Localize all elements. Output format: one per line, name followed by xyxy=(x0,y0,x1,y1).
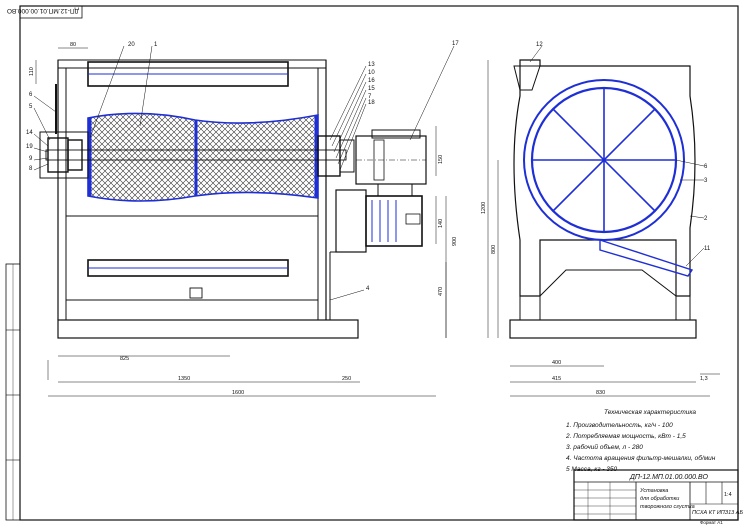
pos-6b: 6 xyxy=(704,164,708,170)
dim-140: 140 xyxy=(438,219,444,228)
title-group: ПСХА КТ ИПЗ13 АБ xyxy=(692,510,743,516)
pos-18: 18 xyxy=(368,100,375,106)
dim-415: 415 xyxy=(552,376,561,382)
dim-830: 830 xyxy=(596,390,605,396)
dim-150: 150 xyxy=(438,155,444,164)
side-view xyxy=(509,59,697,339)
dim-1200: 1200 xyxy=(481,202,487,214)
pos-20: 20 xyxy=(128,42,135,48)
pos-12: 12 xyxy=(536,42,543,48)
dim-400: 400 xyxy=(552,360,561,366)
drawing-sheet: ДП-12.МП.01.00.000.ВО 80 110 150 140 900… xyxy=(0,0,744,527)
filter-drum xyxy=(87,112,319,202)
spec-line-3: 3. рабочий объем, л - 280 xyxy=(566,443,643,451)
pos-9: 9 xyxy=(29,156,33,162)
outer-frame xyxy=(19,5,739,521)
pos-5: 5 xyxy=(29,104,33,110)
pos-13: 13 xyxy=(368,62,375,68)
front-dimensions xyxy=(35,47,447,397)
code-stamp-text: ДП-12.МП.01.00.000.ВО xyxy=(7,7,79,14)
pos-6a: 6 xyxy=(29,92,33,98)
dim-470: 470 xyxy=(438,287,444,296)
title-code: ДП-12.МП.01.00.000.ВО xyxy=(629,474,709,481)
title-name-3: творожного сгустка xyxy=(640,504,695,510)
title-format: Формат А1 xyxy=(700,520,723,525)
dim-900: 900 xyxy=(452,237,458,246)
dim-80: 80 xyxy=(70,42,76,48)
pos-11: 11 xyxy=(704,246,711,252)
title-name-2: для обработки xyxy=(640,496,679,502)
dim-825: 825 xyxy=(120,356,129,362)
dim-1-3: 1,3 xyxy=(700,376,708,382)
pos-14: 14 xyxy=(26,130,33,136)
pos-4: 4 xyxy=(366,286,370,292)
pos-15: 15 xyxy=(368,86,375,92)
title-scale: 1:4 xyxy=(724,492,732,498)
pos-10: 10 xyxy=(368,70,375,76)
spec-line-4: 4. Частота вращения фильтр-мешалки, об/м… xyxy=(566,454,716,462)
pos-19: 19 xyxy=(26,144,33,150)
dim-250: 250 xyxy=(342,376,351,382)
dim-110: 110 xyxy=(29,67,35,76)
pos-17: 17 xyxy=(452,41,459,47)
pos-16: 16 xyxy=(368,78,375,84)
pos-2: 2 xyxy=(704,216,708,222)
dim-1600: 1600 xyxy=(232,390,244,396)
spec-line-1: 1. Производительность, кг/ч - 100 xyxy=(566,421,673,429)
spec-line-2: 2. Потребляемая мощность, кВт - 1,5 xyxy=(565,432,686,440)
dim-1350: 1350 xyxy=(178,376,190,382)
pos-8: 8 xyxy=(29,166,33,172)
dim-800: 800 xyxy=(491,245,497,254)
specs-title: Техническая характеристика xyxy=(604,409,696,416)
tech-specs: Техническая характеристика 1. Производит… xyxy=(565,409,716,473)
pos-3: 3 xyxy=(704,178,708,184)
title-name-1: Установка xyxy=(639,488,668,494)
pos-1: 1 xyxy=(154,42,158,48)
assembly-drawing: ДП-12.МП.01.00.000.ВО 80 110 150 140 900… xyxy=(5,5,743,525)
